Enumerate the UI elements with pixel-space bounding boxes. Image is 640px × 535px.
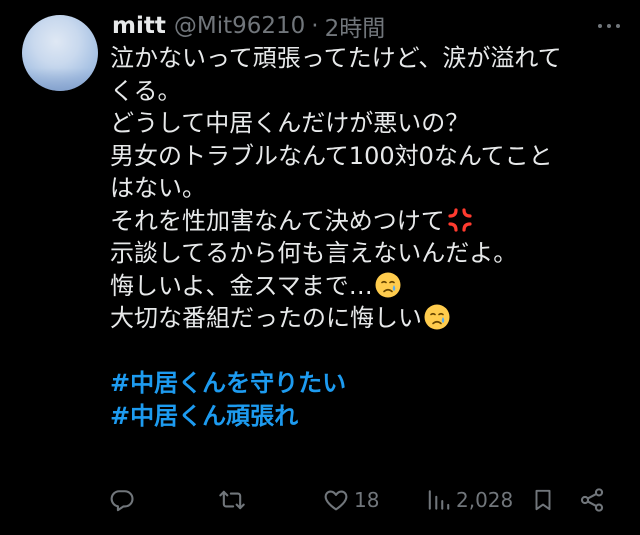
reply-button[interactable] bbox=[108, 484, 136, 516]
retweet-icon bbox=[219, 490, 245, 510]
share-button[interactable] bbox=[578, 484, 606, 516]
views-button[interactable]: 2,028 bbox=[426, 484, 513, 516]
avatar[interactable] bbox=[22, 15, 98, 91]
bookmark-icon bbox=[535, 489, 551, 511]
heart-icon bbox=[324, 490, 348, 511]
author-handle[interactable]: @Mit96210 bbox=[174, 13, 305, 39]
text-segment: それを性加害なんて決めつけて bbox=[110, 206, 445, 235]
text-segment: 大切な番組だったのに悔しい bbox=[110, 304, 422, 332]
crying-face-icon bbox=[424, 304, 450, 330]
text-segment: 悔しいよ、金スマまで… bbox=[110, 271, 373, 300]
separator-dot: · bbox=[311, 13, 319, 39]
retweet-button[interactable] bbox=[218, 484, 246, 516]
tweet[interactable]: mitt @Mit96210 · 2時間 泣かないって頑張ってたけど、涙が溢れて… bbox=[0, 0, 640, 535]
timestamp[interactable]: 2時間 bbox=[325, 9, 386, 43]
views-icon bbox=[428, 490, 450, 510]
text-line: 泣かないって頑張ってたけど、涙が溢れて bbox=[110, 44, 562, 72]
text-line: 示談してるから何も言えないんだよ。 bbox=[110, 239, 518, 267]
tweet-header: mitt @Mit96210 · 2時間 bbox=[112, 10, 385, 42]
text-line: くる。 bbox=[110, 76, 182, 105]
bookmark-button[interactable] bbox=[530, 484, 556, 516]
like-count: 18 bbox=[354, 488, 380, 512]
text-line-with-emoji: 大切な番組だったのに悔しい bbox=[110, 302, 625, 335]
anger-symbol-icon bbox=[448, 207, 472, 232]
like-button[interactable]: 18 bbox=[322, 484, 379, 516]
text-line: どうして中居くんだけが悪いの？ bbox=[110, 109, 470, 137]
view-count: 2,028 bbox=[456, 488, 514, 512]
crying-face-icon bbox=[375, 272, 401, 297]
share-icon bbox=[580, 488, 604, 512]
text-line-with-emoji: 悔しいよ、金スマまで… bbox=[110, 270, 625, 303]
tweet-text: 泣かないって頑張ってたけど、涙が溢れて くる。 どうして中居くんだけが悪いの？ … bbox=[110, 42, 625, 432]
text-line-with-emoji: それを性加害なんて決めつけて bbox=[110, 205, 625, 238]
author-name[interactable]: mitt bbox=[112, 13, 166, 39]
reply-icon bbox=[110, 490, 134, 512]
text-line: はない。 bbox=[110, 174, 206, 202]
action-bar: 18 2,028 bbox=[108, 484, 608, 516]
hashtag-link[interactable]: #中居くん頑張れ bbox=[110, 400, 625, 433]
hashtag-link[interactable]: #中居くんを守りたい bbox=[110, 367, 625, 400]
more-icon[interactable] bbox=[598, 16, 620, 36]
text-line: 男女のトラブルなんて100対0なんてこと bbox=[110, 141, 553, 170]
